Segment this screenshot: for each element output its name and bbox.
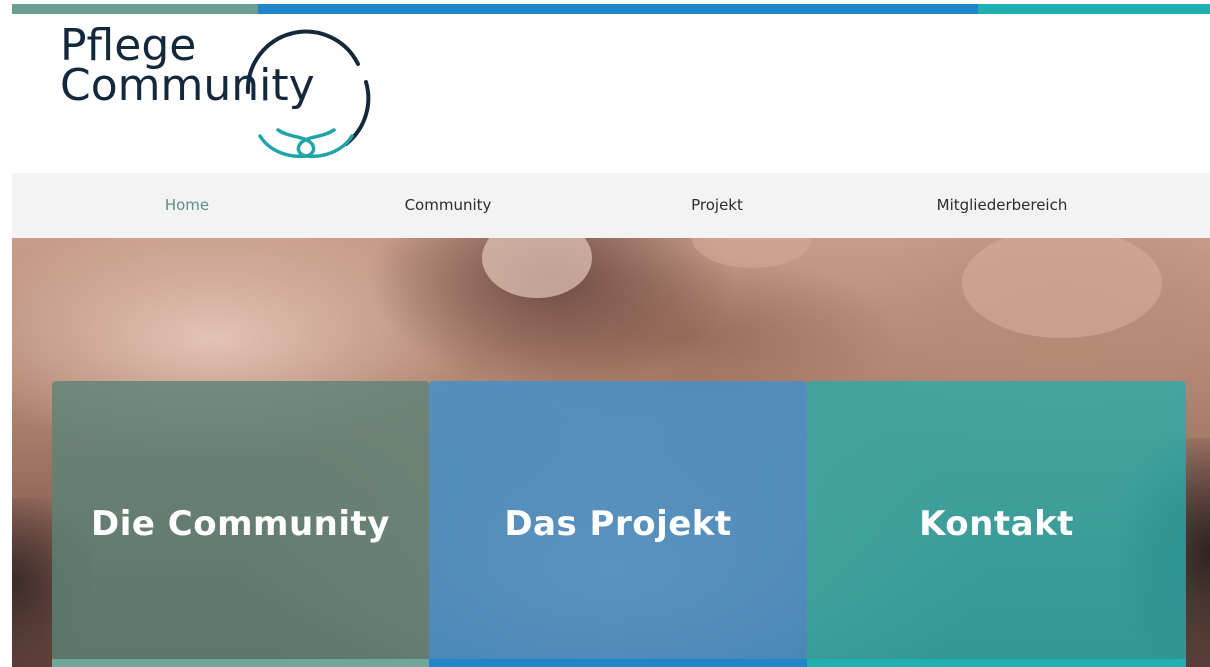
logo-circle-arc-right: [344, 80, 371, 146]
site-logo[interactable]: Pflege Community: [60, 24, 390, 166]
logo-line-2: Community: [60, 60, 315, 111]
tile-kontakt[interactable]: Kontakt: [807, 381, 1186, 667]
nav-item-projekt[interactable]: Projekt: [662, 173, 772, 238]
hero-finger-highlight: [692, 238, 812, 268]
tile-label: Das Projekt: [504, 504, 732, 544]
nav-item-mitgliederbereich[interactable]: Mitgliederbereich: [912, 173, 1092, 238]
tile-accent-bar: [807, 659, 1186, 667]
tile-das-projekt[interactable]: Das Projekt: [429, 381, 807, 667]
tile-label: Die Community: [91, 504, 390, 544]
accent-segment-sage: [12, 4, 258, 14]
nav-item-community[interactable]: Community: [378, 173, 518, 238]
hero-hand-highlight: [962, 238, 1162, 338]
main-navigation: Home Community Projekt Mitgliederbereich: [12, 173, 1210, 238]
hero-finger-highlight: [482, 238, 592, 298]
tile-accent-bar: [429, 659, 807, 667]
tile-die-community[interactable]: Die Community: [52, 381, 429, 667]
nav-item-home[interactable]: Home: [132, 173, 242, 238]
logo-mark: Pflege Community: [60, 24, 371, 159]
hands-icon: [258, 128, 354, 159]
accent-segment-blue: [258, 4, 978, 14]
accent-segment-teal: [978, 4, 1210, 14]
tile-accent-bar: [52, 659, 429, 667]
tile-label: Kontakt: [919, 504, 1074, 544]
top-accent-bar: [12, 4, 1210, 14]
